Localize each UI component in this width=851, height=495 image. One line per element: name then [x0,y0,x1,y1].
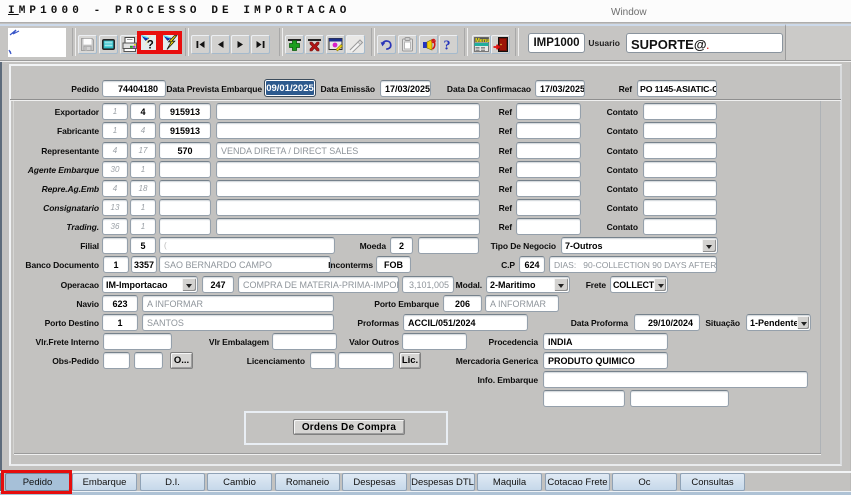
svg-text:?: ? [147,40,154,50]
svg-text:?: ? [444,39,451,54]
